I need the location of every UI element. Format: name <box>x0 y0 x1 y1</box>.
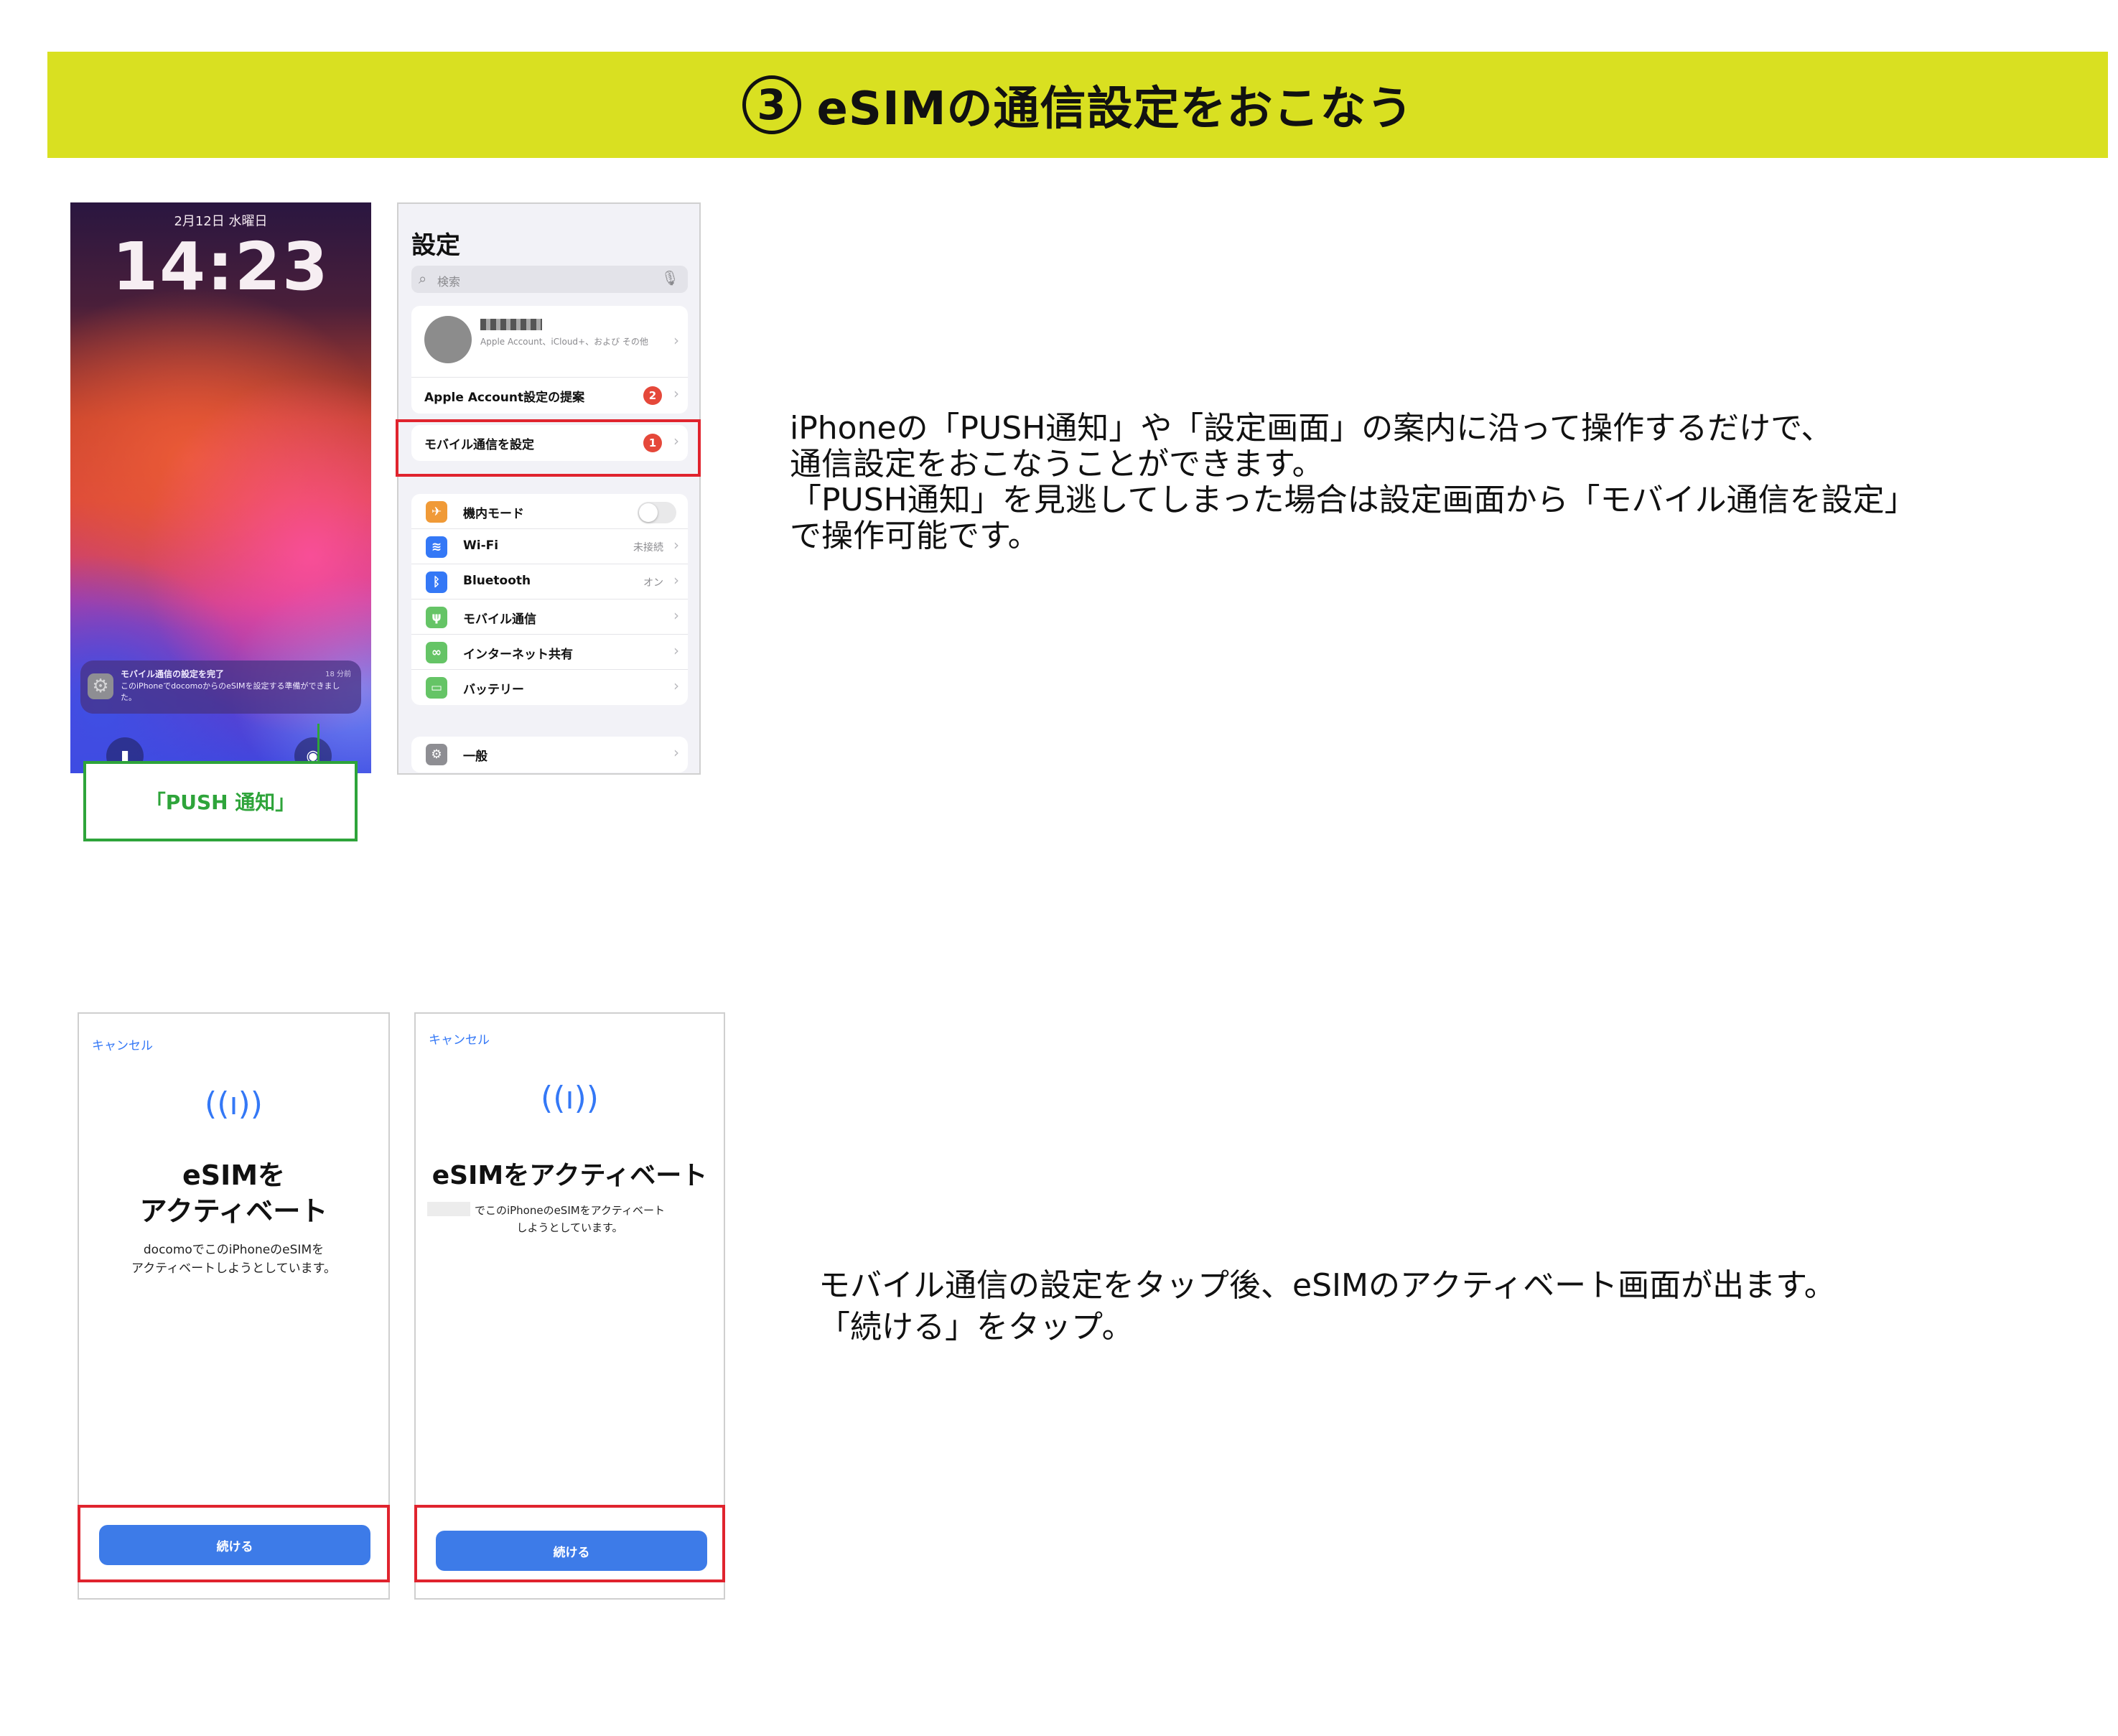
lockscreen-date: 2月12日 水曜日 <box>174 214 268 229</box>
chevron-right-icon: › <box>673 536 679 554</box>
avatar <box>424 316 472 363</box>
lockscreen-time: 14:23 <box>112 228 330 305</box>
bluetooth-icon: ᛒ <box>426 571 447 593</box>
step-number-circle: 3 <box>742 75 801 134</box>
continue-highlight-2 <box>414 1505 725 1582</box>
esim-body: docomoでこのiPhoneのeSIMを アクティベートしようとしています。 <box>131 1243 336 1276</box>
esim-body: でこのiPhoneのeSIMをアクティベート しようとしています。 <box>474 1204 666 1234</box>
settings-title: 設定 <box>411 231 460 260</box>
chevron-right-icon: › <box>673 332 679 349</box>
account-name-blurred <box>480 319 542 330</box>
row-label: 一般 <box>463 750 487 764</box>
wifi-icon: ≋ <box>426 536 447 558</box>
row-label: Bluetooth <box>463 574 531 588</box>
esim-title: eSIMを アクティベート <box>139 1159 328 1227</box>
row-label: バッテリー <box>463 683 524 697</box>
settings-row-hotspot[interactable]: ∞ インターネット共有 › <box>411 635 688 670</box>
lockscreen-screenshot: 2月12日 水曜日 14:23 ⚙ モバイル通信の設定を完了 18 分前 このi… <box>70 202 371 773</box>
search-field[interactable]: ⌕ 検索 🎙 <box>411 266 688 293</box>
settings-row-general[interactable]: ⚙ 一般 › <box>411 737 688 773</box>
push-notification-callout: 「PUSH 通知」 <box>83 761 358 841</box>
row-label: 機内モード <box>463 507 524 521</box>
antenna-signal-icon: ((ı)) <box>205 1086 263 1122</box>
account-row[interactable]: Apple Account、iCloud+、および その他 › <box>411 306 688 378</box>
row-value: 未接続 <box>633 542 663 554</box>
airplane-toggle[interactable] <box>638 502 676 523</box>
section-header: 3 eSIMの通信設定をおこなう <box>47 52 2108 158</box>
row-label: Wi-Fi <box>463 538 499 553</box>
cancel-button[interactable]: キャンセル <box>429 1030 490 1047</box>
settings-row-wifi[interactable]: ≋ Wi-Fi 未接続 › <box>411 529 688 564</box>
gear-icon: ⚙ <box>426 744 447 765</box>
battery-icon: ▭ <box>426 677 447 699</box>
chevron-right-icon: › <box>673 677 679 694</box>
chevron-right-icon: › <box>673 385 679 402</box>
suggestion-label: Apple Account設定の提案 <box>424 391 585 405</box>
settings-row-bluetooth[interactable]: ᛒ Bluetooth オン › <box>411 564 688 599</box>
account-subtitle: Apple Account、iCloud+、および その他 <box>480 337 648 347</box>
step-description-2: モバイル通信の設定をタップ後、eSIMのアクティベート画面が出ます。 「続ける」… <box>818 1267 1836 1345</box>
settings-gear-icon: ⚙ <box>88 673 113 699</box>
section-title: eSIMの通信設定をおこなう <box>816 83 1414 136</box>
settings-row-battery[interactable]: ▭ バッテリー › <box>411 670 688 705</box>
apple-account-suggestion-row[interactable]: Apple Account設定の提案 2 › <box>411 378 688 414</box>
esim-title: eSIMをアクティベート <box>431 1161 708 1190</box>
notification-time: 18 分前 <box>325 671 351 678</box>
continue-highlight-1 <box>78 1505 390 1582</box>
search-placeholder: 検索 <box>437 275 461 289</box>
cancel-button[interactable]: キャンセル <box>92 1035 153 1053</box>
account-card: Apple Account、iCloud+、および その他 › Apple Ac… <box>411 306 688 414</box>
notification-body: このiPhoneでdocomoからのeSIMを設定する準備ができました。 <box>121 681 340 702</box>
chevron-right-icon: › <box>673 744 679 761</box>
row-label: モバイル通信 <box>463 612 536 627</box>
settings-row-airplane[interactable]: ✈ 機内モード <box>411 494 688 529</box>
chevron-right-icon: › <box>673 642 679 659</box>
chevron-right-icon: › <box>673 607 679 624</box>
push-notification[interactable]: ⚙ モバイル通信の設定を完了 18 分前 このiPhoneでdocomoからのe… <box>80 661 361 714</box>
settings-screenshot: 設定 ⌕ 検索 🎙 Apple Account、iCloud+、および その他 … <box>397 202 701 775</box>
connectivity-card: ✈ 機内モード ≋ Wi-Fi 未接続 › ᛒ Bluetooth オン › ψ… <box>411 494 688 705</box>
settings-row-mobile[interactable]: ψ モバイル通信 › <box>411 599 688 635</box>
mobile-setup-highlight <box>396 419 701 477</box>
row-label: インターネット共有 <box>463 648 573 662</box>
notification-title: モバイル通信の設定を完了 <box>121 669 225 679</box>
row-value: オン <box>643 577 663 589</box>
link-icon: ∞ <box>426 642 447 663</box>
antenna-icon: ψ <box>426 607 447 628</box>
step-description-1: iPhoneの「PUSH通知」や「設定画面」の案内に沿って操作するだけで、 通信… <box>790 410 1916 554</box>
airplane-icon: ✈ <box>426 501 447 523</box>
general-card: ⚙ 一般 › <box>411 737 688 773</box>
search-icon: ⌕ <box>419 270 427 287</box>
suggestion-badge: 2 <box>643 386 662 405</box>
chevron-right-icon: › <box>673 571 679 589</box>
microphone-icon[interactable]: 🎙 <box>661 269 679 286</box>
antenna-signal-icon: ((ı)) <box>541 1080 599 1116</box>
